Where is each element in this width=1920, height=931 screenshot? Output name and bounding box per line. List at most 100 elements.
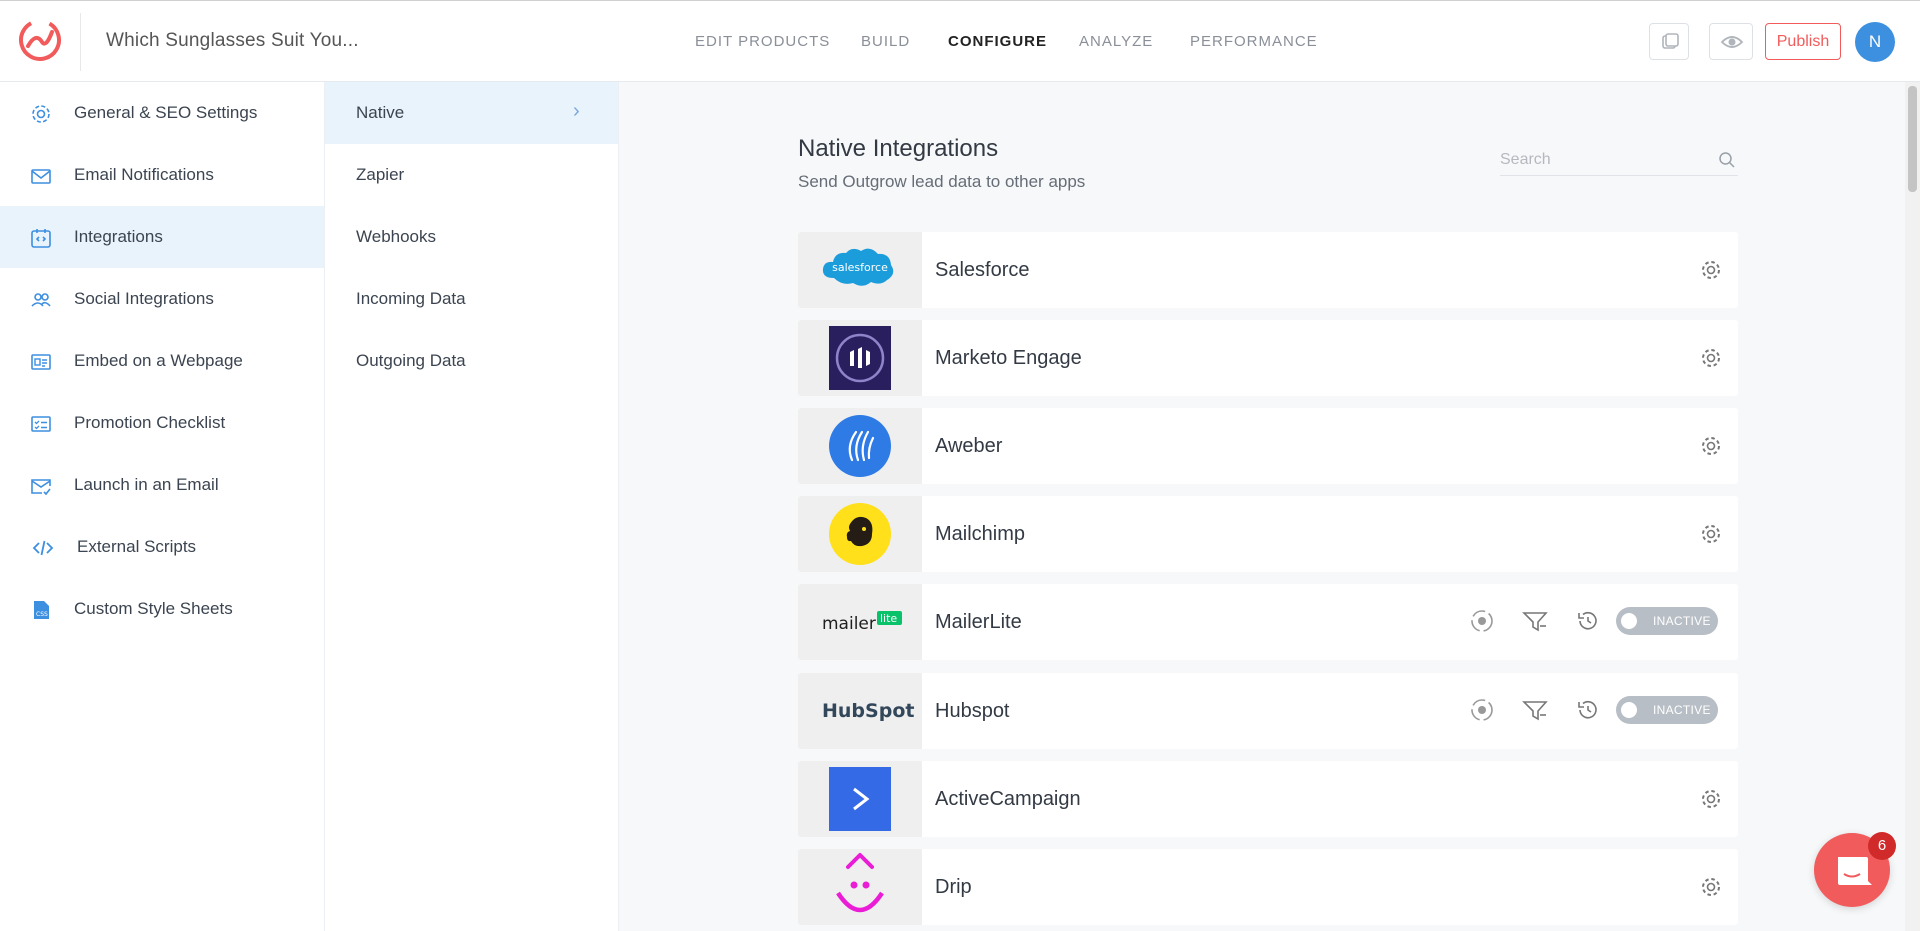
publish-button[interactable]: Publish bbox=[1765, 23, 1841, 60]
sidebar-item-label: Social Integrations bbox=[74, 289, 214, 308]
integration-name: Mailchimp bbox=[935, 523, 1026, 545]
subnav-webhooks[interactable]: Webhooks bbox=[325, 206, 618, 268]
integration-row-activecampaign[interactable]: ActiveCampaign bbox=[798, 761, 1738, 837]
subnav-label: Incoming Data bbox=[356, 289, 466, 308]
users-icon bbox=[31, 293, 51, 307]
nav-analyze[interactable]: ANALYZE bbox=[1079, 33, 1153, 50]
subnav-outgoing-data[interactable]: Outgoing Data bbox=[325, 330, 618, 392]
integration-row-marketo[interactable]: Marketo Engage bbox=[798, 320, 1738, 396]
hubspot-logo: HubSpot bbox=[798, 673, 922, 749]
status-toggle[interactable]: INACTIVE bbox=[1616, 607, 1718, 635]
toggle-knob bbox=[1621, 702, 1637, 718]
code-icon bbox=[32, 540, 54, 556]
gear-icon[interactable] bbox=[1699, 346, 1723, 370]
sidebar-item-launch-email[interactable]: Launch in an Email bbox=[0, 454, 324, 516]
marketo-logo bbox=[798, 320, 922, 396]
chevron-right-icon: › bbox=[573, 100, 580, 122]
eye-icon bbox=[1720, 36, 1744, 48]
svg-text:CSS: CSS bbox=[36, 611, 48, 618]
sidebar-item-email-notifications[interactable]: Email Notifications bbox=[0, 144, 324, 206]
integration-name: Aweber bbox=[935, 435, 1003, 457]
sidebar-item-general-seo[interactable]: General & SEO Settings bbox=[0, 82, 324, 144]
sync-settings-icon[interactable] bbox=[1467, 606, 1497, 636]
integration-row-drip[interactable]: Drip bbox=[798, 849, 1738, 925]
integration-name: Salesforce bbox=[935, 259, 1030, 281]
sidebar-item-label: Launch in an Email bbox=[74, 475, 219, 494]
svg-text:mailer: mailer bbox=[822, 614, 876, 634]
sidebar-item-external-scripts[interactable]: External Scripts bbox=[0, 516, 324, 578]
page-scrollbar[interactable] bbox=[1905, 82, 1920, 931]
filter-icon[interactable] bbox=[1520, 695, 1550, 725]
main-content: Native Integrations Send Outgrow lead da… bbox=[619, 82, 1920, 931]
page-subtitle: Send Outgrow lead data to other apps bbox=[798, 172, 1086, 191]
gear-icon[interactable] bbox=[1699, 787, 1723, 811]
sidebar-item-promotion-checklist[interactable]: Promotion Checklist bbox=[0, 392, 324, 454]
integration-row-mailerlite[interactable]: mailer lite MailerLite INACTIVE bbox=[798, 584, 1738, 660]
gear-icon[interactable] bbox=[1699, 522, 1723, 546]
email-launch-icon bbox=[31, 479, 51, 496]
subnav-label: Zapier bbox=[356, 165, 405, 184]
drip-logo bbox=[798, 849, 922, 925]
nav-edit-products[interactable]: EDIT PRODUCTS bbox=[695, 33, 830, 50]
sidebar-item-label: External Scripts bbox=[77, 537, 197, 556]
sidebar-item-label: Email Notifications bbox=[74, 165, 214, 184]
sidebar-item-label: Embed on a Webpage bbox=[74, 351, 243, 370]
sidebar-item-label: Custom Style Sheets bbox=[74, 599, 233, 618]
gear-icon[interactable] bbox=[1699, 258, 1723, 282]
integrations-icon bbox=[31, 229, 51, 248]
mailchimp-logo bbox=[798, 496, 922, 572]
svg-text:HubSpot: HubSpot bbox=[822, 700, 914, 722]
integration-row-hubspot[interactable]: HubSpot Hubspot INACTIVE bbox=[798, 673, 1738, 749]
integration-name: Marketo Engage bbox=[935, 347, 1082, 369]
subnav-native[interactable]: Native › bbox=[325, 82, 618, 144]
subnav-incoming-data[interactable]: Incoming Data bbox=[325, 268, 618, 330]
page-title: Native Integrations bbox=[798, 135, 999, 162]
gear-icon[interactable] bbox=[1699, 875, 1723, 899]
sidebar-item-label: Integrations bbox=[74, 227, 163, 246]
integration-name: MailerLite bbox=[935, 611, 1022, 633]
sync-settings-icon[interactable] bbox=[1467, 695, 1497, 725]
mailerlite-logo: mailer lite bbox=[798, 584, 922, 660]
svg-text:lite: lite bbox=[880, 612, 897, 625]
history-icon[interactable] bbox=[1573, 606, 1603, 636]
settings-sidebar: General & SEO Settings Email Notificatio… bbox=[0, 82, 325, 931]
preview-button[interactable] bbox=[1709, 23, 1753, 60]
nav-build[interactable]: BUILD bbox=[861, 33, 910, 50]
sidebar-item-custom-style-sheets[interactable]: CSS Custom Style Sheets bbox=[0, 578, 324, 640]
integration-name: ActiveCampaign bbox=[935, 788, 1081, 810]
integrations-subnav: Native › Zapier Webhooks Incoming Data O… bbox=[325, 82, 619, 931]
copy-icon bbox=[1662, 33, 1679, 49]
sidebar-item-label: Promotion Checklist bbox=[74, 413, 226, 432]
css-file-icon: CSS bbox=[34, 601, 49, 619]
integration-row-salesforce[interactable]: salesforce Salesforce bbox=[798, 232, 1738, 308]
status-badge: INACTIVE bbox=[1653, 614, 1711, 628]
integration-row-aweber[interactable]: Aweber bbox=[798, 408, 1738, 484]
duplicate-button[interactable] bbox=[1649, 23, 1689, 60]
integration-name: Hubspot bbox=[935, 700, 1010, 722]
gear-icon[interactable] bbox=[1699, 434, 1723, 458]
notification-badge: 6 bbox=[1868, 832, 1896, 860]
sidebar-item-social-integrations[interactable]: Social Integrations bbox=[0, 268, 324, 330]
aweber-logo bbox=[798, 408, 922, 484]
filter-icon[interactable] bbox=[1520, 606, 1550, 636]
status-badge: INACTIVE bbox=[1653, 703, 1711, 717]
integration-row-mailchimp[interactable]: Mailchimp bbox=[798, 496, 1738, 572]
sidebar-item-integrations[interactable]: Integrations bbox=[0, 206, 324, 268]
search-box bbox=[1500, 146, 1738, 176]
history-icon[interactable] bbox=[1573, 695, 1603, 725]
subnav-label: Webhooks bbox=[356, 227, 437, 246]
subnav-zapier[interactable]: Zapier bbox=[325, 144, 618, 206]
search-input[interactable] bbox=[1500, 146, 1700, 174]
scrollbar-thumb[interactable] bbox=[1908, 86, 1917, 192]
top-header: Which Sunglasses Suit You... EDIT PRODUC… bbox=[0, 0, 1920, 82]
sidebar-item-embed-webpage[interactable]: Embed on a Webpage bbox=[0, 330, 324, 392]
search-icon[interactable] bbox=[1718, 151, 1736, 169]
nav-configure[interactable]: CONFIGURE bbox=[948, 33, 1047, 50]
status-toggle[interactable]: INACTIVE bbox=[1616, 696, 1718, 724]
avatar[interactable]: N bbox=[1855, 22, 1895, 62]
gear-icon bbox=[32, 105, 50, 123]
svg-text:salesforce: salesforce bbox=[832, 261, 888, 274]
nav-performance[interactable]: PERFORMANCE bbox=[1190, 33, 1318, 50]
checklist-icon bbox=[31, 416, 51, 432]
activecampaign-logo bbox=[798, 761, 922, 837]
